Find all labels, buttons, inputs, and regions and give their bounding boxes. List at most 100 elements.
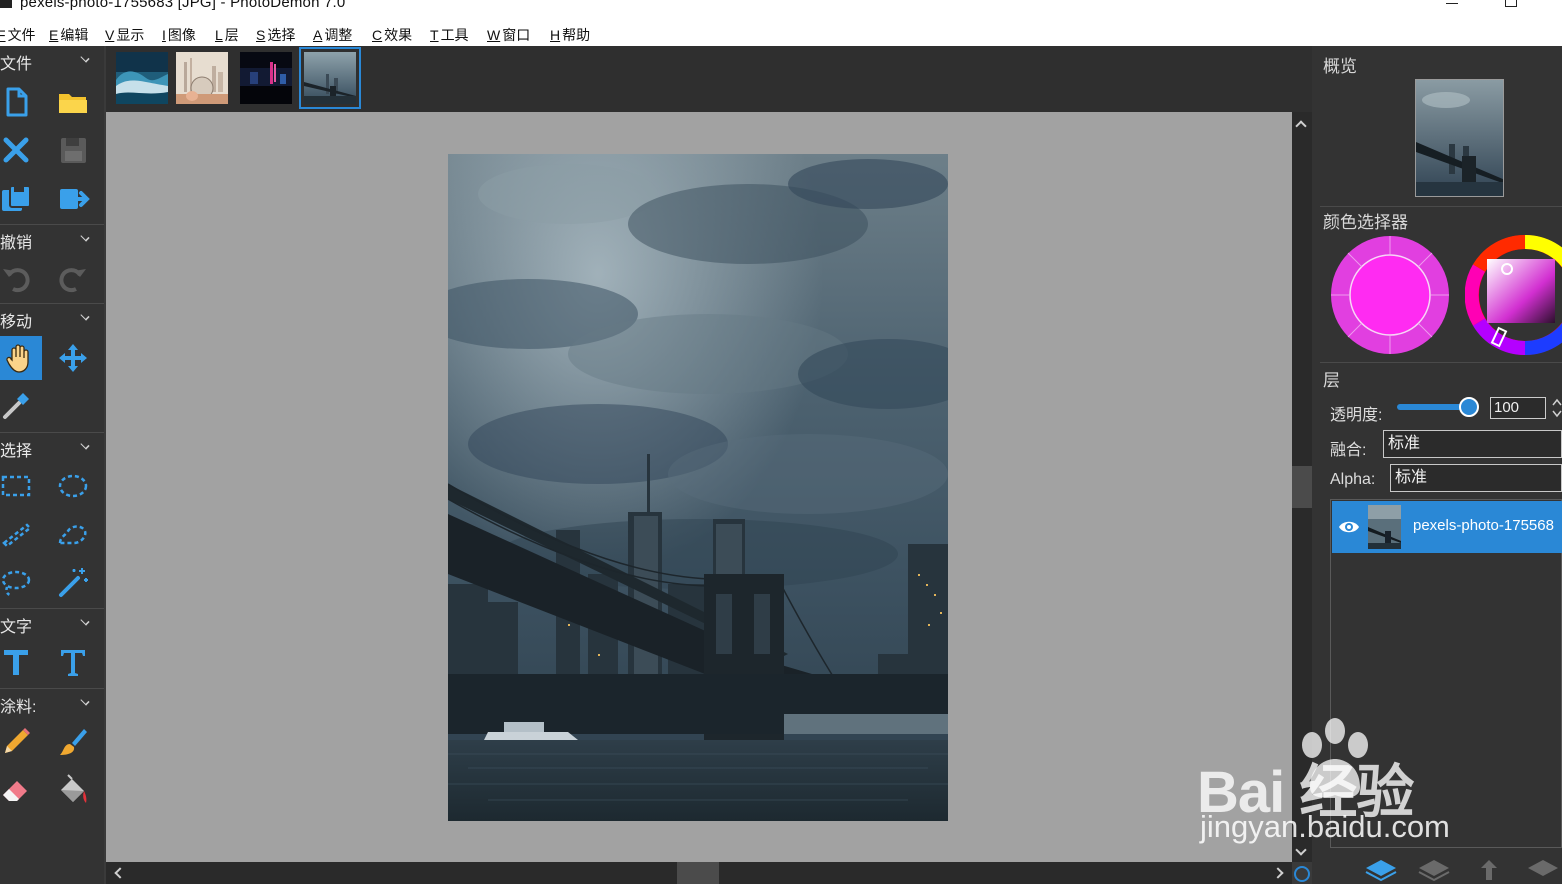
scroll-down-arrow-icon[interactable] (1295, 844, 1307, 856)
section-select[interactable]: 选择 (0, 432, 104, 460)
fill-tool-button[interactable] (51, 768, 95, 812)
vertical-scroll-thumb[interactable] (1292, 466, 1312, 508)
brush-tool-button[interactable] (51, 720, 95, 764)
horizontal-scroll-thumb[interactable] (677, 862, 719, 884)
minimize-button[interactable] (1446, 0, 1458, 4)
open-image-button[interactable] (51, 80, 95, 124)
export-icon (60, 189, 90, 209)
add-layer-icon[interactable] (1364, 858, 1398, 882)
menu-adjust[interactable]: A 调整 (313, 25, 352, 45)
center-canvas-icon[interactable] (1294, 866, 1310, 882)
line-select-button[interactable] (0, 512, 38, 556)
hand-tool-button[interactable] (0, 336, 42, 380)
magic-wand-button[interactable] (51, 560, 95, 604)
color-wheel[interactable] (1465, 235, 1562, 355)
redo-icon (59, 268, 86, 293)
menu-edit[interactable]: E 编辑 (49, 25, 88, 45)
close-image-button[interactable] (0, 128, 38, 172)
save-button[interactable] (51, 128, 95, 172)
layer-name: pexels-photo-175568 (1413, 517, 1554, 534)
pencil-icon (5, 728, 30, 753)
move-layer-up-icon[interactable] (1472, 858, 1506, 882)
scroll-up-arrow-icon[interactable] (1295, 120, 1307, 132)
chevron-down-icon (80, 232, 90, 242)
canvas-image[interactable] (448, 154, 948, 821)
blend-mode-label: 融合: (1330, 442, 1367, 459)
undo-icon (3, 268, 30, 293)
layers-title: 层 (1323, 371, 1340, 390)
bridge-city-photo (448, 154, 948, 821)
menu-bar: F 文件 E 编辑 V 显示 I 图像 L层 S 选择 A 调整 C 效果 T 工具 W 窗口 H… (0, 22, 1562, 46)
section-text[interactable]: 文字 (0, 608, 104, 636)
layer-row[interactable]: pexels-photo-175568 (1332, 501, 1562, 553)
opacity-label: 透明度: (1330, 407, 1383, 424)
alpha-mode-select[interactable]: 标准 (1390, 464, 1562, 492)
folder-icon (59, 94, 87, 113)
save-disk-icon (61, 138, 86, 163)
city-glass-ball-image (176, 52, 228, 104)
divider (1320, 206, 1562, 207)
vertical-scrollbar[interactable] (1292, 112, 1312, 862)
polygon-select-button[interactable] (51, 512, 95, 556)
toolbox: 文件 撤销 移动 选择 文字 涂料: (0, 46, 104, 884)
canvas-viewport[interactable] (106, 112, 1292, 862)
layer-options-icon[interactable] (1526, 858, 1560, 882)
maximize-button[interactable] (1505, 0, 1517, 7)
layers-list[interactable]: pexels-photo-175568 (1330, 499, 1562, 848)
section-paint[interactable]: 涂料: (0, 688, 104, 716)
section-undo[interactable]: 撤销 (0, 224, 104, 252)
blend-mode-select[interactable]: 标准 (1383, 430, 1562, 458)
opacity-slider-track[interactable] (1397, 404, 1467, 410)
image-tab-thumbnail-selected[interactable] (299, 47, 361, 109)
magic-wand-icon (59, 568, 88, 597)
menu-file[interactable]: F 文件 (0, 25, 36, 45)
typography-text-button[interactable] (51, 640, 95, 684)
new-image-button[interactable] (0, 80, 38, 124)
menu-view[interactable]: V 显示 (105, 25, 144, 45)
overview-thumbnail[interactable] (1415, 79, 1504, 197)
save-copy-icon (2, 185, 31, 211)
opacity-input[interactable]: 100 (1490, 397, 1546, 419)
color-picker-tool-button[interactable] (0, 384, 38, 428)
menu-help[interactable]: H 帮助 (550, 25, 590, 45)
menu-select[interactable]: S 选择 (256, 25, 295, 45)
lasso-icon (1, 570, 31, 597)
hand-icon (6, 344, 29, 373)
redo-button[interactable] (51, 256, 95, 300)
lasso-select-button[interactable] (0, 560, 38, 604)
opacity-slider-knob[interactable] (1459, 397, 1479, 417)
image-tab-thumbnail[interactable] (116, 52, 168, 104)
image-tab-thumbnail[interactable] (240, 52, 292, 104)
current-color-swatch[interactable] (1330, 235, 1450, 355)
neon-city-image (240, 52, 292, 104)
duplicate-layer-icon[interactable] (1417, 858, 1451, 882)
menu-image[interactable]: I 图像 (162, 25, 196, 45)
image-tab-thumbnail[interactable] (176, 52, 228, 104)
scroll-left-arrow-icon[interactable] (114, 867, 126, 879)
visibility-eye-icon[interactable] (1338, 517, 1360, 537)
eraser-tool-button[interactable] (0, 768, 38, 812)
move-tool-button[interactable] (51, 336, 95, 380)
image-tabs-strip (106, 46, 1312, 112)
export-button[interactable] (51, 176, 95, 220)
chevron-down-icon (80, 53, 90, 63)
rect-select-button[interactable] (0, 464, 38, 508)
scroll-right-arrow-icon[interactable] (1272, 867, 1284, 879)
opacity-spinner-icon[interactable] (1552, 396, 1562, 420)
menu-tools[interactable]: T 工具 (430, 25, 469, 45)
horizontal-scrollbar[interactable] (106, 862, 1292, 884)
section-move[interactable]: 移动 (0, 303, 104, 331)
ellipse-select-button[interactable] (51, 464, 95, 508)
menu-window[interactable]: W 窗口 (487, 25, 530, 45)
menu-effects[interactable]: C 效果 (372, 25, 412, 45)
pencil-tool-button[interactable] (0, 720, 38, 764)
menu-layer[interactable]: L层 (215, 25, 239, 45)
section-file[interactable]: 文件 (0, 46, 104, 73)
basic-text-button[interactable] (0, 640, 38, 684)
opacity-slider[interactable] (1397, 397, 1479, 417)
bridge-image (304, 52, 356, 104)
polygon-selection-icon (58, 525, 87, 545)
undo-button[interactable] (0, 256, 38, 300)
chevron-down-icon (80, 311, 90, 321)
save-as-button[interactable] (0, 176, 38, 220)
